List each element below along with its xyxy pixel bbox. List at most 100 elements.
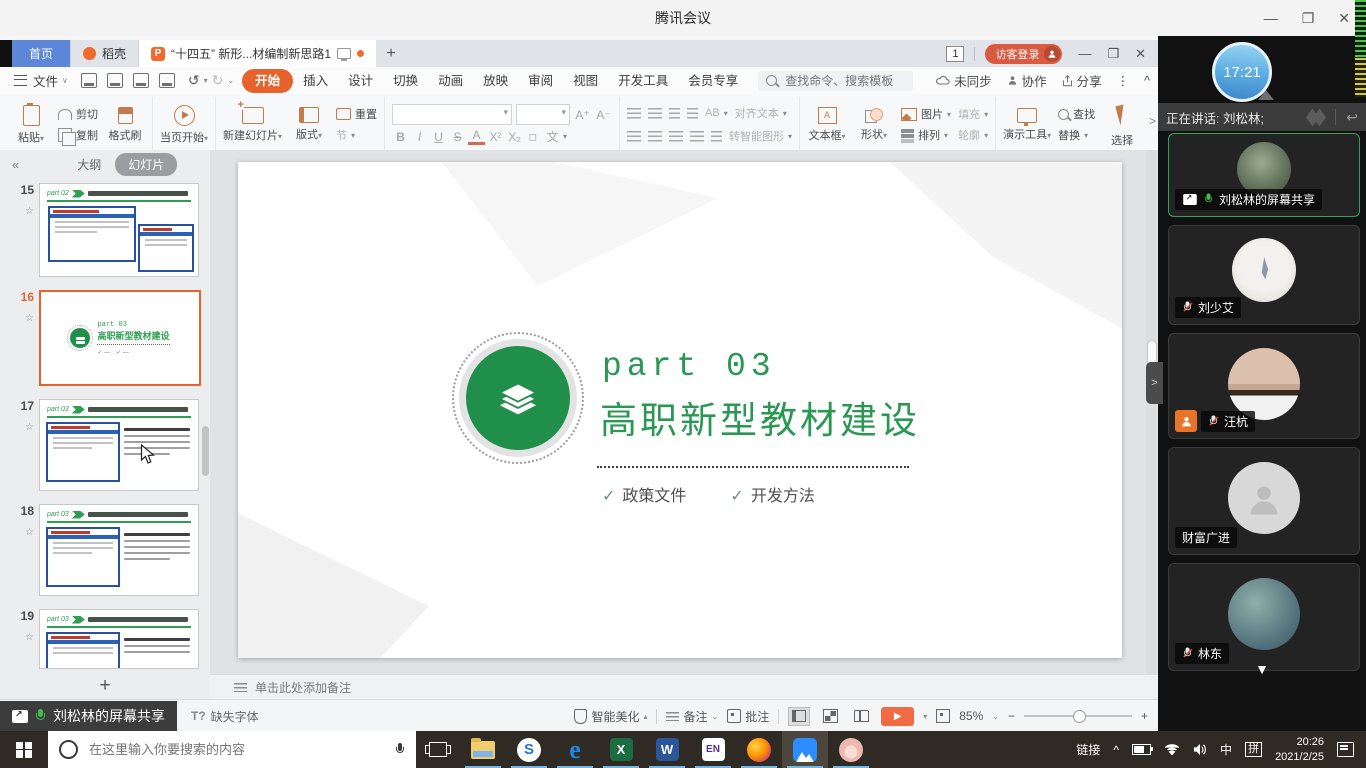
notes-toggle-button[interactable]: 备注 ⌄ xyxy=(666,708,718,725)
app-tencent-meeting[interactable] xyxy=(782,731,828,768)
tab-slides[interactable]: 幻灯片 xyxy=(115,153,177,176)
sync-status[interactable]: 未同步 xyxy=(936,71,992,90)
zoom-caret-icon[interactable]: ⌄ xyxy=(992,712,999,721)
app-pig[interactable] xyxy=(828,731,874,768)
taskbar-clock[interactable]: 20:26 2021/2/25 xyxy=(1275,735,1324,764)
ime-pinyin-badge[interactable]: 拼 xyxy=(1245,742,1262,757)
copy-button[interactable]: 复制 xyxy=(58,127,98,144)
battery-icon[interactable] xyxy=(1132,744,1151,755)
line-spacing-icon[interactable] xyxy=(711,131,722,142)
menu-start[interactable]: 开始 xyxy=(242,69,293,93)
close-button[interactable]: ✕ xyxy=(1338,10,1350,27)
tab-home[interactable]: 首页 xyxy=(12,40,71,67)
fit-slide-icon[interactable] xyxy=(936,709,950,723)
search-mic-icon[interactable] xyxy=(395,743,405,757)
menu-file[interactable]: 文件 ∨ xyxy=(33,71,68,90)
zoom-out-button[interactable]: − xyxy=(1008,709,1015,723)
redo-button[interactable]: ↻ xyxy=(212,72,224,89)
menu-member[interactable]: 会员专享 xyxy=(678,71,748,91)
collaborate-button[interactable]: 协作 xyxy=(1007,71,1047,90)
add-slide-button[interactable]: + xyxy=(0,673,210,699)
slide-17-thumbnail[interactable]: part 03 xyxy=(39,399,199,491)
app-word[interactable]: W xyxy=(644,731,690,768)
preview-icon[interactable] xyxy=(159,73,175,88)
pinyin-guide-button[interactable]: 文 xyxy=(544,128,561,145)
fill-button[interactable]: 填充▾ xyxy=(958,106,988,123)
present-tools-button[interactable]: 演示工具▾ xyxy=(1003,108,1051,142)
pinyin-caret-icon[interactable]: ▾ xyxy=(563,132,567,141)
align-right-icon[interactable] xyxy=(669,131,683,142)
app-edge[interactable]: e xyxy=(552,731,598,768)
tab-docer[interactable]: 稻壳 xyxy=(71,40,139,67)
wps-close-button[interactable]: ✕ xyxy=(1135,46,1146,62)
reset-button[interactable]: 重置 xyxy=(336,106,377,123)
taskbar-search[interactable] xyxy=(48,731,416,768)
font-name-select[interactable] xyxy=(392,104,512,125)
zoom-in-button[interactable]: + xyxy=(1141,709,1148,723)
notes-bar[interactable]: 单击此处添加备注 xyxy=(210,674,1158,699)
zoom-level[interactable]: 85% xyxy=(959,709,983,723)
app-excel[interactable]: X xyxy=(598,731,644,768)
app-firefox[interactable] xyxy=(736,731,782,768)
sidebar-scrollbar[interactable] xyxy=(202,426,209,476)
slide-item-19[interactable]: 19 ☆ part 03 xyxy=(0,609,210,669)
ime-mode[interactable]: 中 xyxy=(1220,741,1232,758)
textbox-button[interactable]: A 文本框▾ xyxy=(807,107,847,143)
smart-beautify-button[interactable]: 智能美化 ▴ xyxy=(574,708,647,725)
menu-slideshow[interactable]: 放映 xyxy=(473,71,518,91)
replace-button[interactable]: 替换▾ xyxy=(1058,127,1095,144)
arrange-button[interactable]: 排列▾ xyxy=(901,127,951,144)
menu-transition[interactable]: 切换 xyxy=(383,71,428,91)
slide-item-17[interactable]: 17 ☆ part 03 xyxy=(0,399,210,491)
more-menu-icon[interactable]: ⋮ xyxy=(1117,73,1130,88)
save-icon[interactable] xyxy=(81,73,97,88)
panel-collapse-handle[interactable]: > xyxy=(1146,362,1163,404)
menu-view[interactable]: 视图 xyxy=(563,71,608,91)
wifi-icon[interactable] xyxy=(1164,744,1180,756)
undo-button[interactable]: ↺ xyxy=(188,72,200,89)
numbered-list-icon[interactable] xyxy=(648,108,662,119)
meeting-timer[interactable]: 17:21 xyxy=(1212,42,1272,102)
increase-indent-icon[interactable] xyxy=(687,108,698,119)
hamburger-icon[interactable] xyxy=(14,75,27,86)
outline-button[interactable]: 轮廓▾ xyxy=(958,127,988,144)
menu-review[interactable]: 审阅 xyxy=(518,71,563,91)
justify-icon[interactable] xyxy=(690,131,704,142)
participant-tile[interactable]: 林东 xyxy=(1168,563,1360,671)
sidebar-collapse-button[interactable]: « xyxy=(12,157,19,172)
slideshow-play-button[interactable]: ▶ xyxy=(881,707,914,726)
format-painter-button[interactable]: 格式刷 xyxy=(105,107,145,143)
zoom-slider-thumb[interactable] xyxy=(1073,710,1086,723)
decrease-font-button[interactable]: A⁻ xyxy=(595,108,612,122)
play-from-current-button[interactable]: 当页开始▾ xyxy=(160,105,208,145)
text-direction-button[interactable]: AB▾ xyxy=(705,105,728,122)
app-endnote[interactable]: EN xyxy=(690,731,736,768)
wps-restore-button[interactable]: ❐ xyxy=(1107,46,1119,62)
slide-item-18[interactable]: 18 ☆ part 03 xyxy=(0,504,210,596)
canvas-scrollbar[interactable] xyxy=(1146,150,1156,675)
cut-button[interactable]: 剪切 xyxy=(58,106,98,123)
smart-graphic-button[interactable]: 转智能图形▾ xyxy=(729,128,792,145)
export-icon[interactable] xyxy=(107,73,123,88)
select-button[interactable]: 选择 xyxy=(1102,101,1142,148)
slide-sorter-view-button[interactable] xyxy=(819,707,841,726)
scroll-down-icon[interactable]: ▼ xyxy=(1255,661,1269,677)
app-sogou[interactable]: S xyxy=(506,731,552,768)
speaker-icon[interactable] xyxy=(1193,743,1207,756)
participant-tile[interactable]: 刘少艾 xyxy=(1168,225,1360,325)
slide-canvas[interactable]: part 03 高职新型教材建设 ✓政策文件 ✓开发方法 xyxy=(238,162,1122,658)
guest-login-button[interactable]: 访客登录 xyxy=(985,44,1062,64)
reply-arrow-icon[interactable]: ↩ xyxy=(1346,109,1358,126)
window-count-badge[interactable]: 1 xyxy=(946,46,964,62)
layout-button[interactable]: 版式▾ xyxy=(289,107,329,142)
italic-button[interactable]: I xyxy=(411,130,428,144)
slide-item-15[interactable]: 15 ☆ part 02 xyxy=(0,183,210,277)
slide-item-16[interactable]: 16 ☆ part 03 高职新型教材建设 ✓ — ✓ — xyxy=(0,290,210,386)
taskbar-search-input[interactable] xyxy=(87,741,386,758)
align-text-button[interactable]: 对齐文本▾ xyxy=(735,105,787,122)
participant-tile-sharer[interactable]: 刘松林的屏幕共享 xyxy=(1168,133,1360,217)
wps-minimize-button[interactable]: — xyxy=(1078,46,1091,62)
app-file-explorer[interactable] xyxy=(460,731,506,768)
strikethrough-button[interactable]: S xyxy=(449,130,466,144)
bold-button[interactable]: B xyxy=(392,130,409,144)
